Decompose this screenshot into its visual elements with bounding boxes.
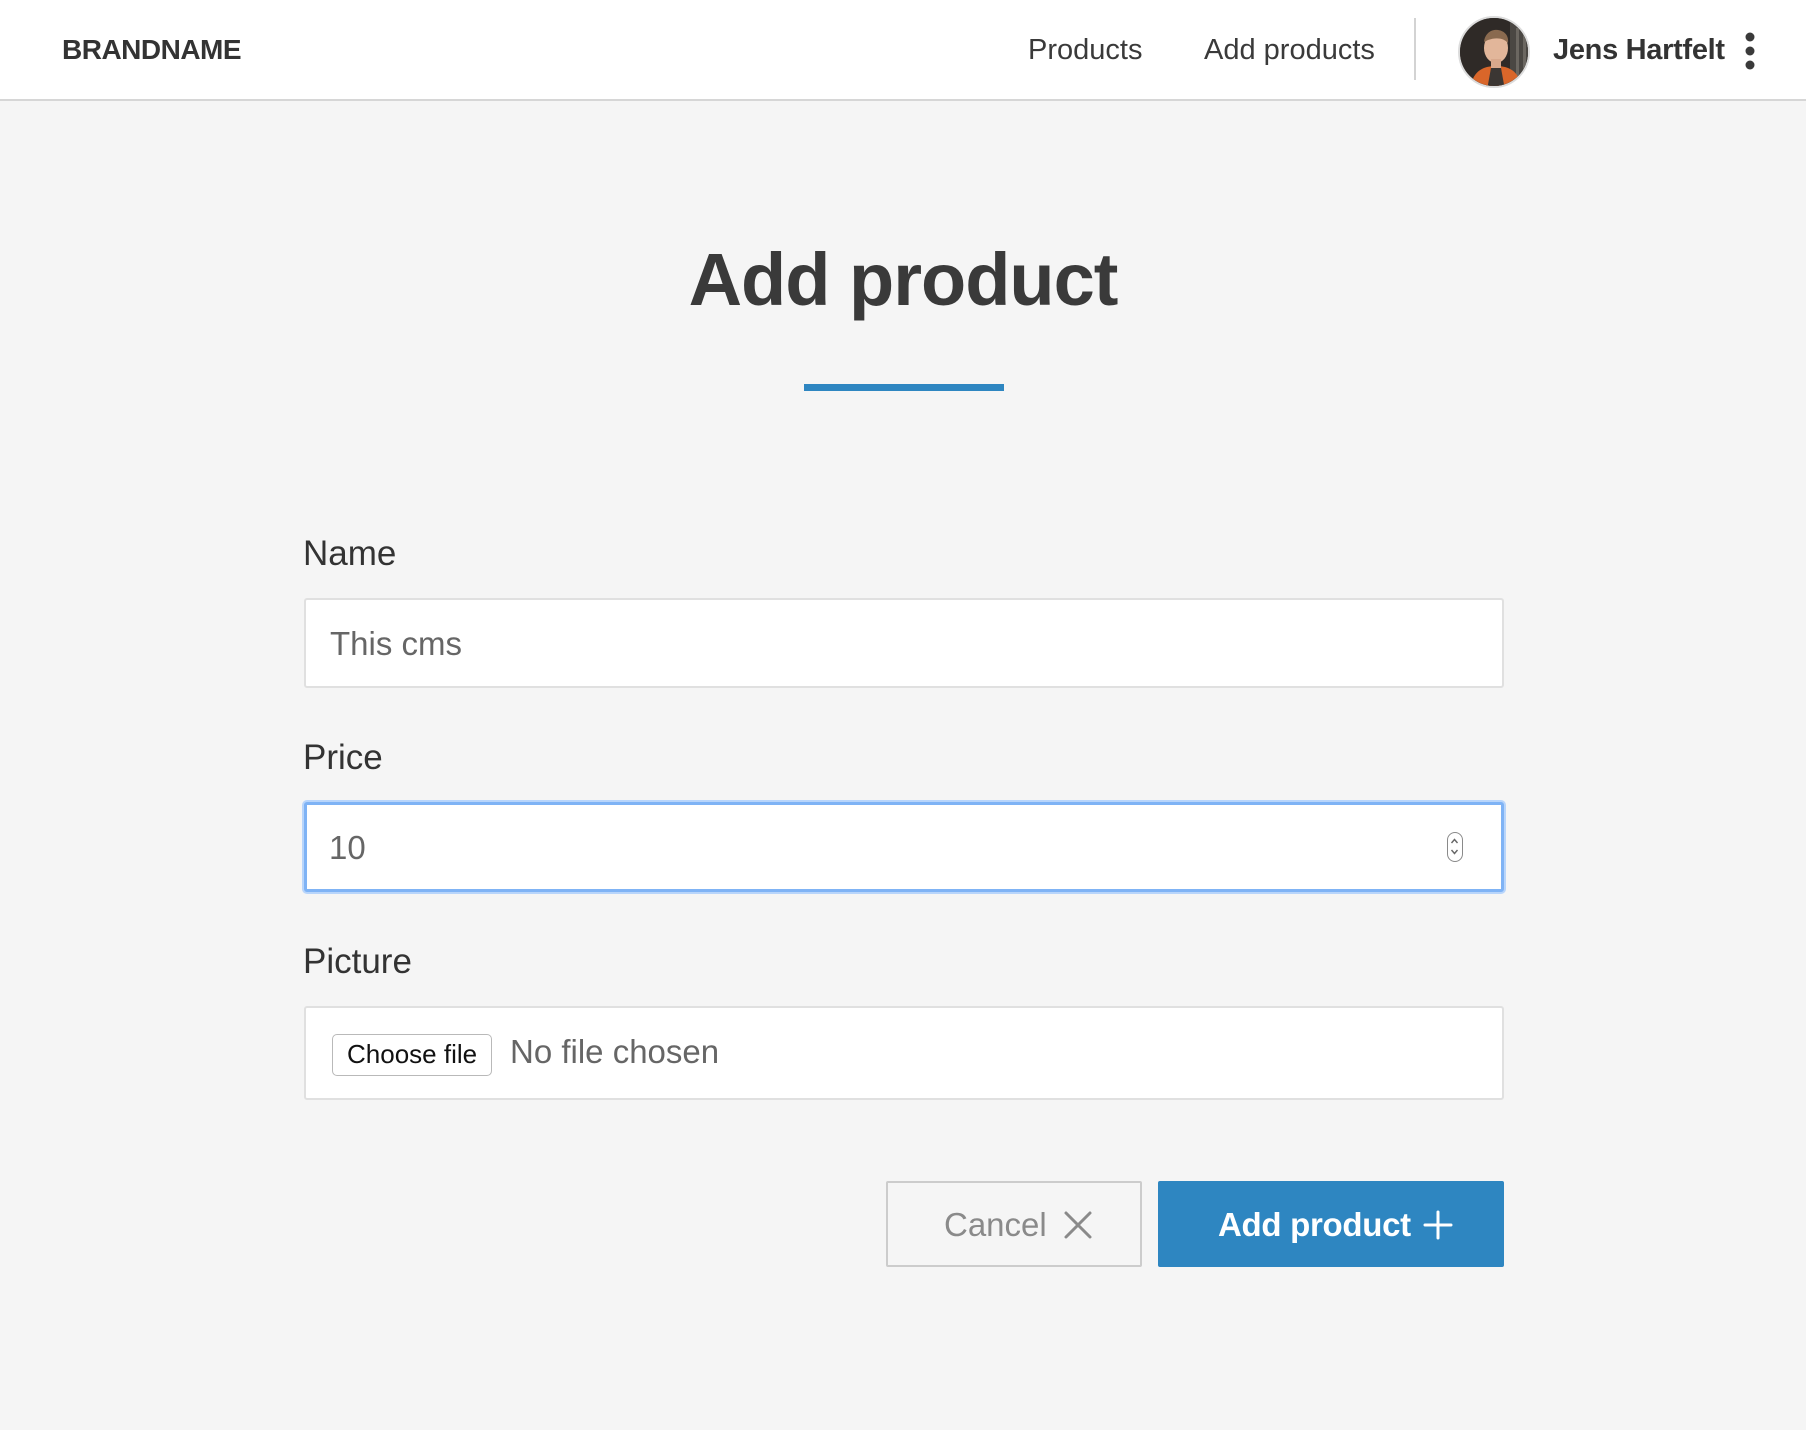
title-underline [804, 384, 1004, 391]
page-title: Add product [688, 238, 1119, 321]
user-photo-icon [1460, 18, 1528, 86]
close-icon [1064, 1211, 1092, 1239]
price-input-value: 10 [329, 829, 366, 866]
file-status-text: No file chosen [510, 1033, 720, 1070]
price-input[interactable]: 10 [304, 802, 1504, 892]
name-input[interactable]: This cms [304, 598, 1504, 688]
cancel-button[interactable]: Cancel [886, 1181, 1142, 1267]
user-name[interactable]: Jens Hartfelt [1553, 32, 1725, 68]
nav-link-add-products[interactable]: Add products [1204, 32, 1375, 68]
top-navigation-bar: BRANDNAME Products Add products Jens Har… [0, 0, 1806, 101]
number-spinner-icon[interactable] [1447, 832, 1463, 862]
cancel-button-label: Cancel [944, 1206, 1047, 1243]
plus-icon [1423, 1210, 1453, 1240]
nav-divider [1414, 18, 1416, 80]
picture-file-input: Choose file No file chosen [304, 1006, 1504, 1100]
brand-logo[interactable]: BRANDNAME [62, 34, 242, 66]
picture-label: Picture [303, 942, 412, 981]
price-label: Price [303, 738, 383, 777]
name-input-value: This cms [330, 625, 462, 662]
choose-file-button[interactable]: Choose file [332, 1034, 493, 1076]
add-product-button-label: Add product [1218, 1206, 1411, 1243]
user-avatar[interactable] [1458, 16, 1530, 88]
nav-link-products[interactable]: Products [1028, 32, 1142, 68]
add-product-button[interactable]: Add product [1158, 1181, 1504, 1267]
kebab-menu-icon[interactable] [1736, 30, 1764, 72]
name-label: Name [303, 534, 397, 573]
